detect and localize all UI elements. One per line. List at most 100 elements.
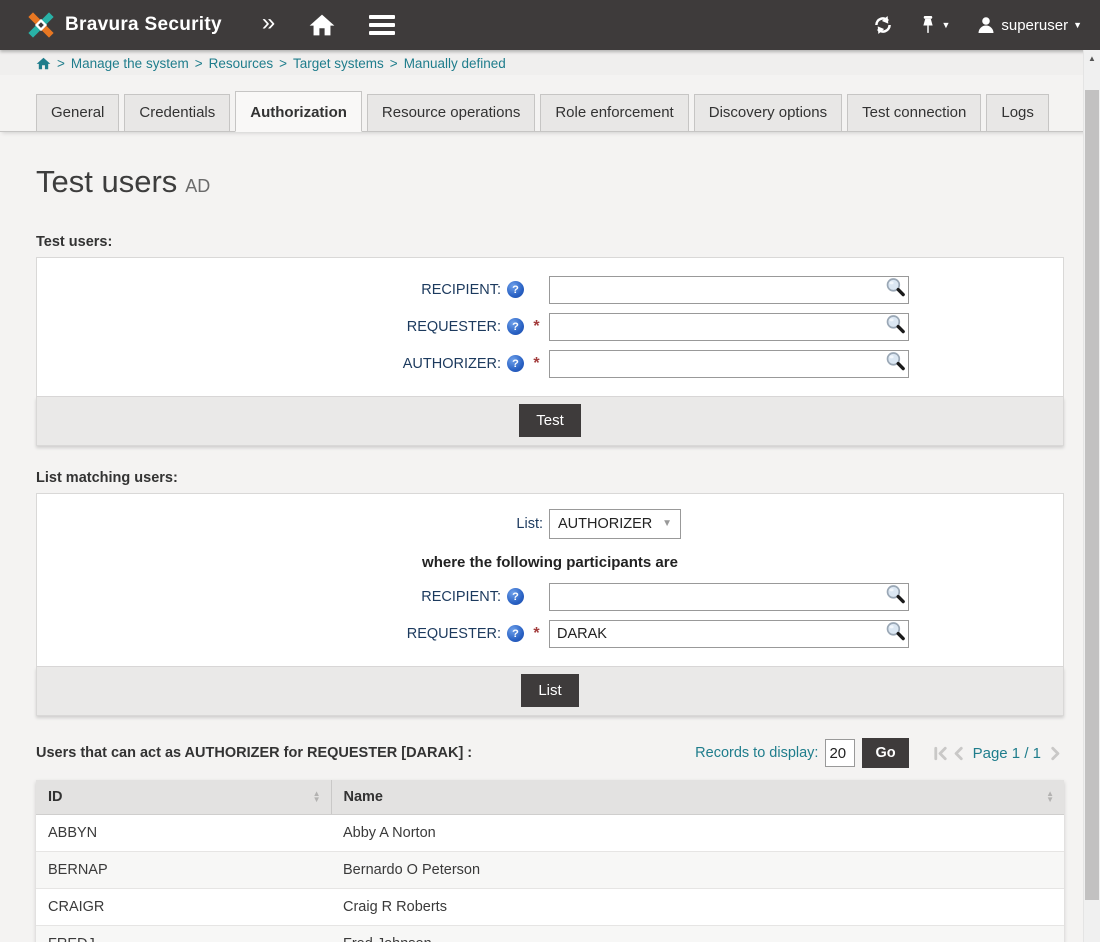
breadcrumb: >Manage the system>Resources>Target syst… (0, 50, 1100, 75)
records-controls: Records to display: Go (695, 738, 1064, 768)
user-menu[interactable]: superuser ▼ (976, 15, 1082, 35)
records-to-display-label: Records to display: (695, 745, 818, 761)
column-label: ID (48, 789, 63, 805)
table-cell: Bernardo O Peterson (331, 852, 1064, 889)
participants-text: where the following participants are (37, 554, 1063, 571)
field-label-recipient: RECIPIENT: (421, 282, 501, 298)
app-window: Bravura Security » (0, 0, 1100, 942)
help-icon[interactable]: ? (507, 318, 524, 335)
refresh-icon[interactable] (872, 14, 894, 36)
list-section-label: List matching users: (36, 470, 1064, 486)
recipient-input[interactable] (549, 276, 909, 304)
user-name: superuser (1001, 17, 1068, 34)
search-lookup-icon[interactable] (885, 277, 906, 303)
hamburger-menu-icon[interactable] (369, 15, 395, 35)
form-field-row: RECIPIENT:? (37, 274, 1063, 305)
breadcrumb-link-manage-the-system[interactable]: Manage the system (71, 56, 189, 71)
form-field-row: RECIPIENT:? (37, 581, 1063, 612)
breadcrumb-separator: > (279, 56, 287, 71)
brand-name: Bravura Security (65, 14, 222, 36)
scrollbar-up-icon[interactable]: ▲ (1084, 50, 1100, 67)
table-cell: Abby A Norton (331, 815, 1064, 852)
field-label-authorizer: AUTHORIZER: (403, 356, 501, 372)
table-row: ABBYNAbby A Norton (36, 815, 1064, 852)
tab-credentials[interactable]: Credentials (124, 94, 230, 131)
tab-discovery-options[interactable]: Discovery options (694, 94, 842, 131)
page-title-text: Test users (36, 164, 177, 199)
page-subtitle: AD (185, 176, 210, 196)
page-title: Test users AD (36, 164, 1064, 200)
list-button[interactable]: List (521, 674, 578, 707)
sort-icon[interactable]: ▲▼ (1046, 791, 1054, 803)
table-cell: CRAIGR (36, 889, 331, 926)
breadcrumb-link-resources[interactable]: Resources (209, 56, 274, 71)
column-header-name[interactable]: Name ▲▼ (331, 780, 1064, 815)
breadcrumb-link-manually-defined[interactable]: Manually defined (404, 56, 506, 71)
required-asterisk: * (530, 322, 543, 332)
table-cell: ABBYN (36, 815, 331, 852)
help-icon[interactable]: ? (507, 355, 524, 372)
results-bar: Users that can act as AUTHORIZER for REQ… (36, 738, 1064, 768)
field-label-requester: REQUESTER: (407, 626, 501, 642)
breadcrumb-separator: > (390, 56, 398, 71)
first-page-icon[interactable] (932, 745, 949, 762)
required-asterisk: * (530, 359, 543, 369)
next-page-icon[interactable] (1049, 745, 1064, 762)
prev-page-icon[interactable] (950, 745, 965, 762)
authorizer-input[interactable] (549, 350, 909, 378)
table-cell: Fred Johnson (331, 926, 1064, 942)
go-button[interactable]: Go (862, 738, 908, 768)
tabs: GeneralCredentialsAuthorizationResource … (0, 75, 1100, 132)
records-count-input[interactable] (825, 739, 855, 767)
pin-caret-icon: ▼ (941, 20, 950, 30)
tab-resource-operations[interactable]: Resource operations (367, 94, 535, 131)
column-label: Name (344, 789, 384, 805)
test-section-panel: RECIPIENT:? REQUESTER:? * AUTHORIZER:? * (36, 257, 1064, 397)
tab-authorization[interactable]: Authorization (235, 91, 362, 132)
vertical-scrollbar[interactable]: ▲ (1083, 50, 1100, 942)
tab-general[interactable]: General (36, 94, 119, 131)
results-table: ID ▲▼ Name ▲▼ ABBYNAbby A NortonBERNAPBerna… (36, 780, 1064, 942)
search-lookup-icon[interactable] (885, 621, 906, 647)
pagination: Page 1 / 1 (932, 745, 1064, 762)
pin-icon (920, 15, 936, 35)
help-icon[interactable]: ? (507, 588, 524, 605)
sort-icon[interactable]: ▲▼ (313, 791, 321, 803)
table-row: CRAIGRCraig R Roberts (36, 889, 1064, 926)
scrollbar-thumb[interactable] (1085, 90, 1099, 900)
field-label-recipient: RECIPIENT: (421, 589, 501, 605)
search-lookup-icon[interactable] (885, 584, 906, 610)
top-header: Bravura Security » (0, 0, 1100, 50)
breadcrumb-link-target-systems[interactable]: Target systems (293, 56, 384, 71)
required-asterisk: * (530, 629, 543, 639)
table-cell: Craig R Roberts (331, 889, 1064, 926)
breadcrumb-home-icon[interactable] (36, 57, 51, 70)
form-field-row: REQUESTER:? * (37, 311, 1063, 342)
requester-input[interactable] (549, 620, 909, 648)
column-header-id[interactable]: ID ▲▼ (36, 780, 331, 815)
help-icon[interactable]: ? (507, 625, 524, 642)
test-button[interactable]: Test (519, 404, 581, 437)
list-select-label: List: (516, 516, 543, 532)
tab-test-connection[interactable]: Test connection (847, 94, 981, 131)
field-label-requester: REQUESTER: (407, 319, 501, 335)
help-icon[interactable]: ? (507, 281, 524, 298)
table-row: FREDJFred Johnson (36, 926, 1064, 942)
tab-role-enforcement[interactable]: Role enforcement (540, 94, 688, 131)
tab-logs[interactable]: Logs (986, 94, 1049, 131)
requester-input[interactable] (549, 313, 909, 341)
table-cell: BERNAP (36, 852, 331, 889)
search-lookup-icon[interactable] (885, 314, 906, 340)
pin-menu[interactable]: ▼ (920, 15, 950, 35)
collapse-menu-icon[interactable]: » (262, 11, 275, 39)
recipient-input[interactable] (549, 583, 909, 611)
list-type-value: AUTHORIZER (558, 516, 652, 532)
brand-logo[interactable]: Bravura Security (26, 10, 222, 40)
search-lookup-icon[interactable] (885, 351, 906, 377)
list-section-footer: List (36, 667, 1064, 716)
list-section-panel: List: AUTHORIZER ▼ where the following p… (36, 493, 1064, 667)
test-section-label: Test users: (36, 234, 1064, 250)
home-icon[interactable] (309, 13, 335, 37)
results-heading: Users that can act as AUTHORIZER for REQ… (36, 745, 472, 761)
list-type-dropdown[interactable]: AUTHORIZER ▼ (549, 509, 681, 539)
